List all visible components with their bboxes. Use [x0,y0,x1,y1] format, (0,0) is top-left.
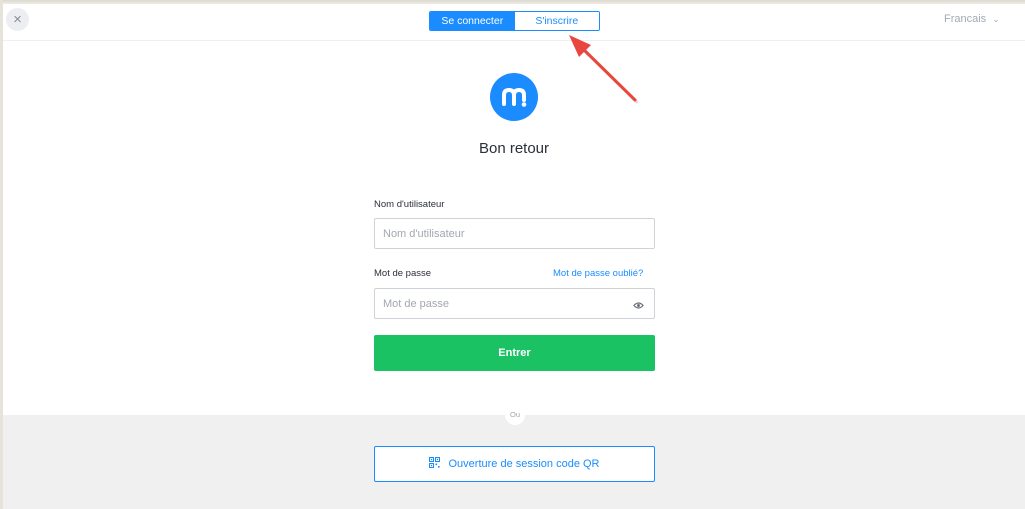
or-divider: Ou [505,405,525,425]
close-icon: × [13,11,22,28]
password-field[interactable] [374,288,655,319]
username-input[interactable] [375,219,623,248]
tab-sign-in[interactable]: Se connecter [430,12,515,30]
qr-login-button[interactable]: Ouverture de session code QR [374,446,655,482]
username-field[interactable] [374,218,655,249]
password-label: Mot de passe [374,268,432,279]
m-logo-icon [490,73,538,121]
language-selector[interactable]: Francais ⌄ [944,13,1000,25]
chevron-down-icon: ⌄ [992,14,1000,24]
forgot-password-link[interactable]: Mot de passe oublié? [553,268,643,279]
page-title: Bon retour [478,140,550,157]
annotation-arrow [569,35,639,104]
qr-code-icon [429,455,441,473]
window-frame-top [0,0,1025,4]
header-divider [3,40,1025,41]
username-label: Nom d'utilisateur [374,199,445,210]
submit-button[interactable]: Entrer [374,335,655,371]
eye-icon[interactable] [633,298,644,316]
close-button[interactable]: × [6,8,29,31]
qr-login-label: Ouverture de session code QR [448,458,600,470]
password-input[interactable] [375,289,623,318]
language-label: Francais [944,13,987,25]
